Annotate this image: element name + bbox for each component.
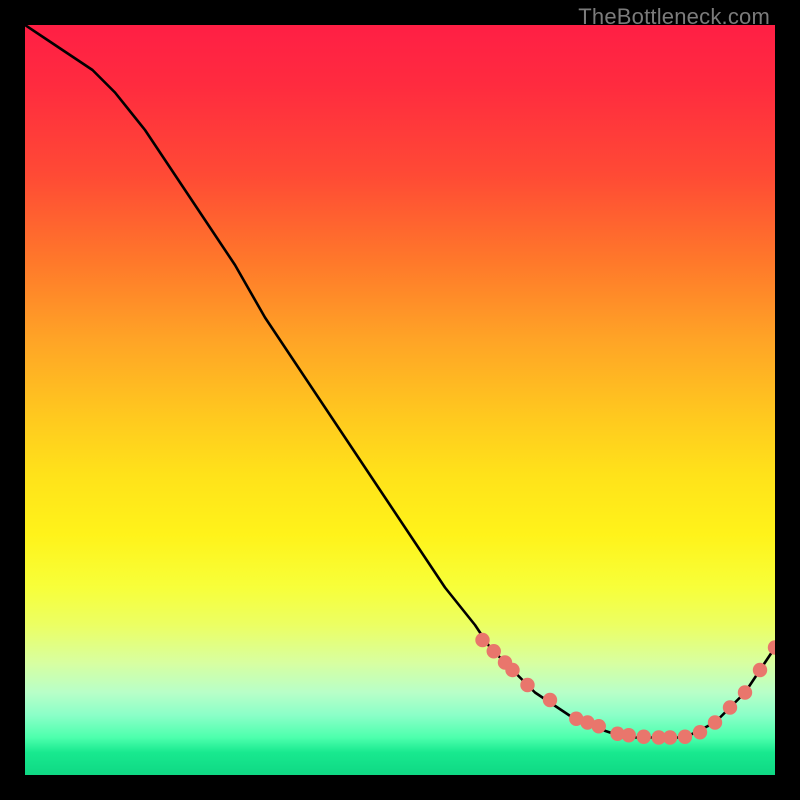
marker-group [475,633,775,745]
marker-point [768,640,775,654]
marker-point [693,725,707,739]
chart-svg [25,25,775,775]
marker-point [622,728,636,742]
marker-point [738,685,752,699]
marker-point [753,663,767,677]
marker-point [520,678,534,692]
marker-point [663,730,677,744]
marker-point [487,644,501,658]
marker-point [723,700,737,714]
marker-point [475,633,489,647]
marker-point [708,715,722,729]
marker-point [678,730,692,744]
chart-frame: TheBottleneck.com [0,0,800,800]
marker-point [637,730,651,744]
marker-point [592,719,606,733]
plot-area [25,25,775,775]
marker-point [505,663,519,677]
marker-point [543,693,557,707]
curve-line [25,25,775,738]
